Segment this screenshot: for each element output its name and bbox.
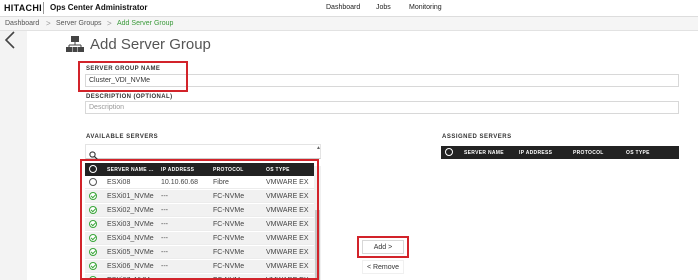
highlight-add-box (357, 236, 409, 258)
nav-jobs[interactable]: Jobs (376, 4, 391, 11)
nav-dashboard[interactable]: Dashboard (326, 4, 360, 11)
app-name: Ops Center Administrator (50, 3, 148, 12)
highlight-name-box (78, 61, 188, 92)
description-label: DESCRIPTION (OPTIONAL) (86, 94, 173, 100)
select-all-assigned-radio[interactable] (445, 148, 453, 156)
highlight-servers-box (80, 159, 319, 280)
search-input[interactable] (85, 144, 321, 160)
col-protocol[interactable]: PROTOCOL (573, 150, 604, 156)
server-group-icon (66, 36, 84, 57)
breadcrumb-separator: > (46, 19, 51, 28)
breadcrumb-dashboard[interactable]: Dashboard (5, 20, 39, 27)
breadcrumb-add-server-group: Add Server Group (117, 20, 174, 27)
breadcrumb: Dashboard > Server Groups > Add Server G… (0, 17, 698, 31)
assigned-table-header: SERVER NAME IP ADDRESS PROTOCOL OS TYPE (441, 146, 679, 159)
brand-logo: HITACHI (4, 3, 42, 13)
scroll-up-arrow-icon[interactable]: ▲ (316, 145, 321, 151)
brand-divider (43, 2, 44, 14)
breadcrumb-server-groups[interactable]: Server Groups (56, 20, 102, 27)
breadcrumb-separator: > (107, 19, 112, 28)
top-header: HITACHI Ops Center Administrator Dashboa… (0, 0, 698, 17)
description-input[interactable]: Description (85, 101, 679, 114)
col-server-name[interactable]: SERVER NAME (464, 150, 504, 156)
nav-monitoring[interactable]: Monitoring (409, 4, 442, 11)
remove-button[interactable]: < Remove (362, 260, 404, 274)
assigned-servers-label: ASSIGNED SERVERS (442, 134, 512, 140)
available-servers-label: AVAILABLE SERVERS (86, 134, 159, 140)
col-ip-address[interactable]: IP ADDRESS (519, 150, 552, 156)
chevron-left-icon[interactable] (4, 30, 16, 55)
page-title: Add Server Group (90, 36, 211, 53)
col-os-type[interactable]: OS TYPE (626, 150, 650, 156)
